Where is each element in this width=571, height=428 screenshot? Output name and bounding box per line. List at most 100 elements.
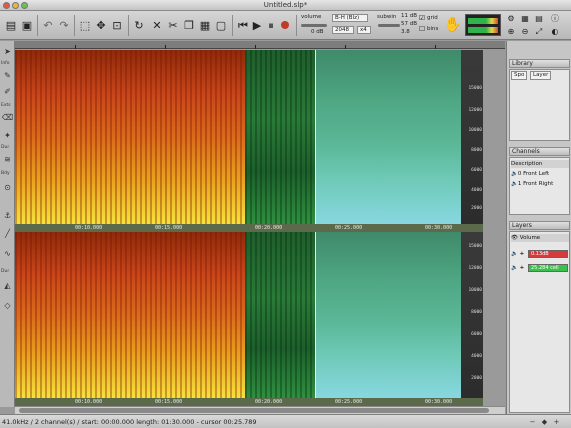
rewind-icon[interactable]: ⏮: [236, 18, 250, 32]
selection-region[interactable]: [315, 232, 483, 398]
db-top-readout: 11 dB: [401, 13, 418, 19]
zoom-in-icon[interactable]: +: [552, 418, 561, 426]
crop-icon[interactable]: ▢: [214, 18, 228, 32]
spectrogram-bottom[interactable]: 15000 12000 10000 8000 6000 4000 2000: [15, 232, 483, 398]
channel-track-top[interactable]: 15000 12000 10000 8000 6000 4000 2000 00…: [15, 50, 505, 232]
layer-swatch-0[interactable]: 0.13dB: [528, 250, 568, 258]
delete-icon[interactable]: ✕: [150, 18, 164, 32]
wand-tool-icon[interactable]: ✦: [1, 129, 14, 142]
solo-icon[interactable]: ◐: [550, 27, 560, 37]
move-icon[interactable]: ✥: [94, 18, 108, 32]
settings-icon[interactable]: ⚙: [506, 14, 516, 24]
cut-icon[interactable]: ✂: [166, 18, 180, 32]
subwin-slider[interactable]: [378, 24, 400, 27]
bins-checkbox[interactable]: ☐: [418, 25, 426, 33]
db-bottom-readout: 3.8: [401, 29, 410, 35]
brush-tool-icon[interactable]: ✎: [1, 69, 14, 82]
eraser-tool-icon[interactable]: ⌫: [1, 111, 14, 124]
shape-tool-icon[interactable]: ◇: [1, 299, 14, 312]
playhead-cursor[interactable]: [315, 232, 316, 398]
undo-icon[interactable]: ↶: [41, 18, 55, 32]
time-strip-bottom: 00:10.000 00:15.000 00:20.000 00:25.000 …: [15, 398, 483, 406]
record-icon[interactable]: [278, 18, 292, 32]
layers-box: 👁 Volume 🔈 + 0.13dB 🔈 + 25.284 cell: [509, 231, 570, 413]
scrollbar-thumb[interactable]: [19, 408, 489, 413]
layer-swatch-1[interactable]: 25.284 cell: [528, 264, 568, 272]
volume-label: volume: [301, 14, 322, 20]
layer-add-icon[interactable]: +: [520, 265, 525, 271]
tool-palette: ➤ Info ✎ ✐ Exts ⌫ ✦ Dur ≋ Bdy ⊙ ⚓ ╱ ∿ Du…: [0, 41, 15, 407]
zoom-out-icon[interactable]: ⊖: [520, 27, 530, 37]
freq-label: 6000: [471, 332, 482, 337]
anchor-tool-icon[interactable]: ⚓: [1, 209, 14, 222]
lasso-icon[interactable]: ↻: [132, 18, 146, 32]
paste-icon[interactable]: ▦: [198, 18, 212, 32]
channels-box: Description 🔈0 Front Left 🔈1 Front Right: [509, 157, 570, 215]
channels-header: Channels: [509, 147, 570, 156]
status-bar: 41.0kHz / 2 channel(s) / start: 00:00.00…: [0, 414, 571, 428]
oversample-select[interactable]: x4: [357, 26, 371, 34]
tool-label-exts: Exts: [1, 103, 11, 108]
layers-column-header: 👁 Volume: [511, 234, 569, 242]
zoom-icon[interactable]: ⊡: [110, 18, 124, 32]
title-bar: Untitled.slp*: [0, 0, 571, 11]
grid-checkbox[interactable]: ☑: [418, 14, 426, 22]
tab-layer[interactable]: Layer: [530, 71, 552, 80]
pencil-tool-icon[interactable]: ✐: [1, 85, 14, 98]
frequency-axis-top: 15000 12000 10000 8000 6000 4000 2000: [461, 50, 483, 224]
tab-spo[interactable]: Spo: [511, 71, 528, 80]
horizontal-scrollbar[interactable]: [15, 406, 505, 414]
ruler-tick: [435, 45, 436, 49]
freq-label: 2000: [471, 376, 482, 381]
time-ruler[interactable]: [15, 41, 505, 49]
subwin-label: subwin: [377, 14, 397, 20]
freq-label: 15000: [468, 244, 482, 249]
time-label: 00:25.000: [335, 399, 363, 405]
selection-region[interactable]: [315, 50, 483, 224]
volume-db-readout: 0 dB: [311, 29, 324, 35]
library-box: Spo Layer: [509, 69, 570, 141]
copy-icon[interactable]: ❐: [182, 18, 196, 32]
fft-size-select[interactable]: 2048: [332, 26, 354, 34]
layer-add-icon[interactable]: +: [520, 251, 525, 257]
smudge-tool-icon[interactable]: ∿: [1, 247, 14, 260]
channel-label: 0 Front Left: [517, 171, 550, 177]
freq-label: 12000: [468, 108, 482, 113]
open-file-icon[interactable]: ▤: [4, 18, 18, 32]
channel-icon[interactable]: ▦: [520, 14, 530, 24]
time-label: 00:25.000: [335, 225, 363, 231]
loud-region: [15, 232, 245, 398]
harmonic-tool-icon[interactable]: ≋: [1, 153, 14, 166]
zoom-out-icon[interactable]: −: [528, 418, 537, 426]
fft-window-select[interactable]: B-H (Blz): [332, 14, 368, 22]
freq-label: 4000: [471, 354, 482, 359]
freq-label: 6000: [471, 168, 482, 173]
zoom-slider-icon[interactable]: ◆: [540, 418, 549, 426]
line-tool-icon[interactable]: ╱: [1, 227, 14, 240]
channel-row-1[interactable]: 🔈1 Front Right: [511, 180, 569, 188]
toolbar: ▤ ▣ ↶ ↷ ⬚ ✥ ⊡ ↻ ✕ ✂ ❐ ▦ ▢ ⏮ ▶ ⏸ volume 0…: [0, 11, 571, 40]
channel-row-0[interactable]: 🔈0 Front Left: [511, 170, 569, 178]
spectrogram-top[interactable]: 15000 12000 10000 8000 6000 4000 2000: [15, 50, 483, 224]
playhead-cursor[interactable]: [315, 50, 316, 224]
volume-slider[interactable]: [301, 24, 327, 27]
play-icon[interactable]: ▶: [250, 18, 264, 32]
stamp-tool-icon[interactable]: ⊙: [1, 181, 14, 194]
pause-icon[interactable]: ⏸: [264, 18, 278, 32]
save-icon[interactable]: ▣: [20, 18, 34, 32]
channel-track-bottom[interactable]: 15000 12000 10000 8000 6000 4000 2000 00…: [15, 232, 505, 406]
zoom-in-icon[interactable]: ⊕: [506, 27, 516, 37]
redo-icon[interactable]: ↷: [57, 18, 71, 32]
layers-icon[interactable]: ▤: [534, 14, 544, 24]
hand-icon[interactable]: ✋: [444, 16, 462, 34]
info-icon[interactable]: ⓘ: [550, 14, 560, 24]
fit-icon[interactable]: ⤢: [534, 27, 544, 37]
fade-tool-icon[interactable]: ◭: [1, 279, 14, 292]
channel-label: 1 Front Right: [517, 181, 554, 187]
pointer-tool-icon[interactable]: ➤: [1, 45, 14, 58]
time-label: 00:10.000: [75, 225, 103, 231]
time-label: 00:30.000: [425, 399, 453, 405]
marquee-select-icon[interactable]: ⬚: [78, 18, 92, 32]
time-label: 00:10.000: [75, 399, 103, 405]
freq-label: 15000: [468, 86, 482, 91]
